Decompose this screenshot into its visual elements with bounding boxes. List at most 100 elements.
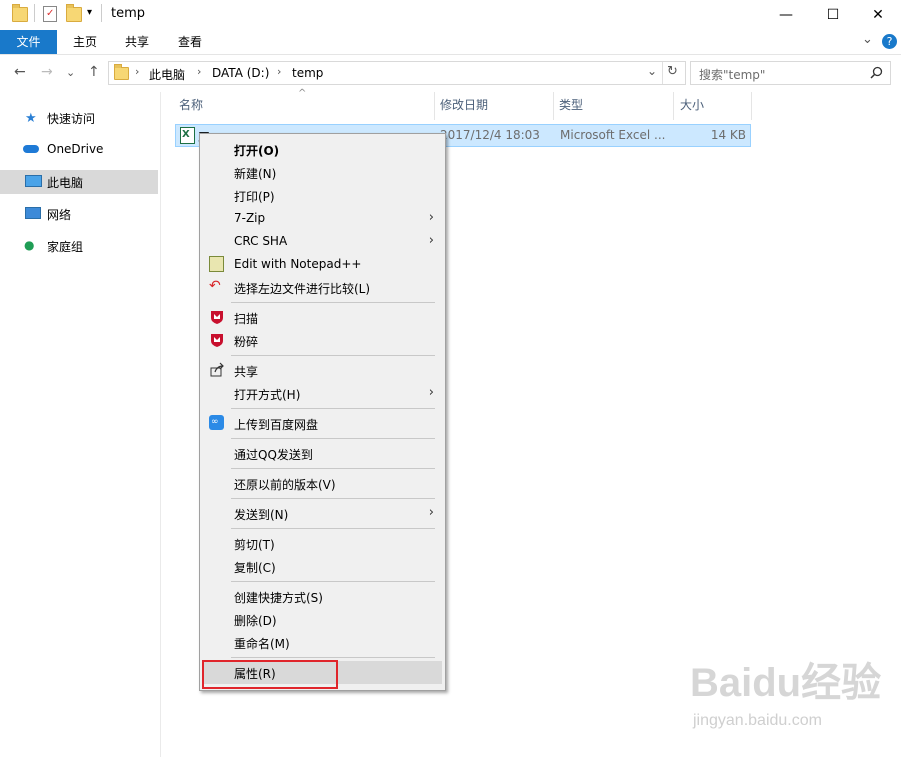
help-icon[interactable]: ? [882,34,897,49]
menu-item-label: 上传到百度网盘 [234,418,319,432]
submenu-arrow-icon: › [428,385,434,400]
nav-item-label: 快速访问 [47,112,96,126]
menu-item-label: 共享 [234,365,259,379]
nav-item-quick-access[interactable]: ★ 快速访问 [0,106,158,130]
submenu-arrow-icon: › [428,505,434,520]
mcafee-icon [211,311,223,324]
column-header-size[interactable]: 大小 [680,96,704,120]
folder-icon[interactable] [12,4,28,22]
menu-item-send-to[interactable]: 发送到(N) › [203,502,442,525]
divider [662,62,663,84]
column-separator[interactable] [553,92,554,120]
cloud-icon [23,145,39,153]
menu-separator [231,438,435,439]
menu-item-rename[interactable]: 重命名(M) [203,631,442,654]
menu-item-delete[interactable]: 删除(D) [203,608,442,631]
search-placeholder: 搜索"temp" [699,68,766,82]
breadcrumb-separator: › [197,65,202,78]
nav-item-homegroup[interactable]: ● 家庭组 [0,234,158,258]
breadcrumb-separator: › [277,65,282,78]
folder-icon [114,64,129,80]
menu-item-send-via-qq[interactable]: 通过QQ发送到 [203,442,442,465]
sort-indicator-icon: ^ [298,88,307,99]
mcafee-icon [211,334,223,347]
tab-share[interactable]: 共享 [112,30,162,54]
up-button[interactable]: ↑ [88,64,100,80]
column-separator[interactable] [434,92,435,120]
ribbon-collapse-icon[interactable]: ⌄ [862,32,873,47]
share-icon [210,362,224,377]
menu-item-baidu-upload[interactable]: ∞ 上传到百度网盘 [203,412,442,435]
menu-separator [231,581,435,582]
column-separator[interactable] [751,92,752,120]
menu-item-notepad-plus-plus[interactable]: Edit with Notepad++ [203,253,442,276]
close-button[interactable]: ✕ [855,0,901,30]
divider [101,4,102,22]
properties-icon[interactable]: ✓ [43,6,57,22]
breadcrumb-temp[interactable]: temp [292,66,323,80]
back-button[interactable]: ← [14,64,26,80]
menu-item-label: 剪切(T) [234,538,275,552]
excel-file-icon: X [180,127,195,144]
submenu-arrow-icon: › [428,233,434,248]
menu-item-label: 还原以前的版本(V) [234,478,336,492]
menu-separator [231,468,435,469]
menu-item-label: 删除(D) [234,614,277,628]
column-header-name[interactable]: 名称 [179,96,203,120]
maximize-button[interactable]: ☐ [810,0,856,30]
nav-item-label: 网络 [47,208,72,222]
recent-locations-button[interactable]: ⌄ [66,66,75,79]
menu-item-label: 打开(O) [234,144,280,158]
menu-item-restore-versions[interactable]: 还原以前的版本(V) [203,472,442,495]
tab-home[interactable]: 主页 [60,30,110,54]
menu-item-compare[interactable]: ↶ 选择左边文件进行比较(L) [203,276,442,299]
menu-item-label: 重命名(M) [234,637,290,651]
menu-item-7zip[interactable]: 7-Zip › [203,207,442,230]
ribbon-tabs: 文件 主页 共享 查看 ⌄ ? [0,30,901,55]
window-title: temp [111,6,146,21]
search-input[interactable]: 搜索"temp" [690,61,891,85]
nav-item-network[interactable]: 网络 [0,202,158,226]
column-header-type[interactable]: 类型 [559,96,583,120]
menu-item-copy[interactable]: 复制(C) [203,555,442,578]
menu-item-shred[interactable]: 粉碎 [203,329,442,352]
nav-item-this-pc[interactable]: 此电脑 [0,170,158,194]
menu-item-create-shortcut[interactable]: 创建快捷方式(S) [203,585,442,608]
menu-item-label: 粉碎 [234,335,259,349]
menu-separator [231,498,435,499]
nav-item-onedrive[interactable]: OneDrive [0,138,158,162]
menu-item-open-with[interactable]: 打开方式(H) › [203,382,442,405]
tab-view[interactable]: 查看 [165,30,215,54]
search-icon[interactable] [870,66,883,79]
compare-icon: ↶ [209,278,221,294]
address-dropdown-icon[interactable]: ⌄ [647,64,657,78]
menu-item-cut[interactable]: 剪切(T) [203,532,442,555]
forward-button[interactable]: → [41,64,53,80]
nav-item-label: 此电脑 [47,176,84,190]
menu-item-open[interactable]: 打开(O) [203,138,442,161]
menu-item-new[interactable]: 新建(N) [203,161,442,184]
menu-item-label: 发送到(N) [234,508,289,522]
menu-item-print[interactable]: 打印(P) [203,184,442,207]
file-modified: 2017/12/4 18:03 [440,128,540,142]
refresh-icon[interactable]: ↻ [667,64,678,79]
menu-item-share[interactable]: 共享 [203,359,442,382]
new-folder-icon[interactable] [66,4,82,22]
column-header-modified[interactable]: 修改日期 [440,96,488,120]
quick-access-dropdown-icon[interactable]: ▾ [87,7,92,18]
menu-item-label: 扫描 [234,312,259,326]
menu-item-crc-sha[interactable]: CRC SHA › [203,230,442,253]
breadcrumb-this-pc[interactable]: 此电脑 [149,66,185,83]
menu-item-label: 创建快捷方式(S) [234,591,323,605]
menu-item-label: 新建(N) [234,167,277,181]
watermark-url: jingyan.baidu.com [693,712,822,729]
menu-item-scan[interactable]: 扫描 [203,306,442,329]
column-separator[interactable] [673,92,674,120]
nav-item-label: 家庭组 [47,240,84,254]
menu-separator [231,302,435,303]
file-type: Microsoft Excel ... [560,128,666,142]
address-bar[interactable]: › 此电脑 › DATA (D:) › temp ⌄ ↻ [108,61,686,85]
minimize-button[interactable]: — [763,0,809,30]
tab-file[interactable]: 文件 [0,30,57,54]
breadcrumb-drive[interactable]: DATA (D:) [212,66,269,80]
